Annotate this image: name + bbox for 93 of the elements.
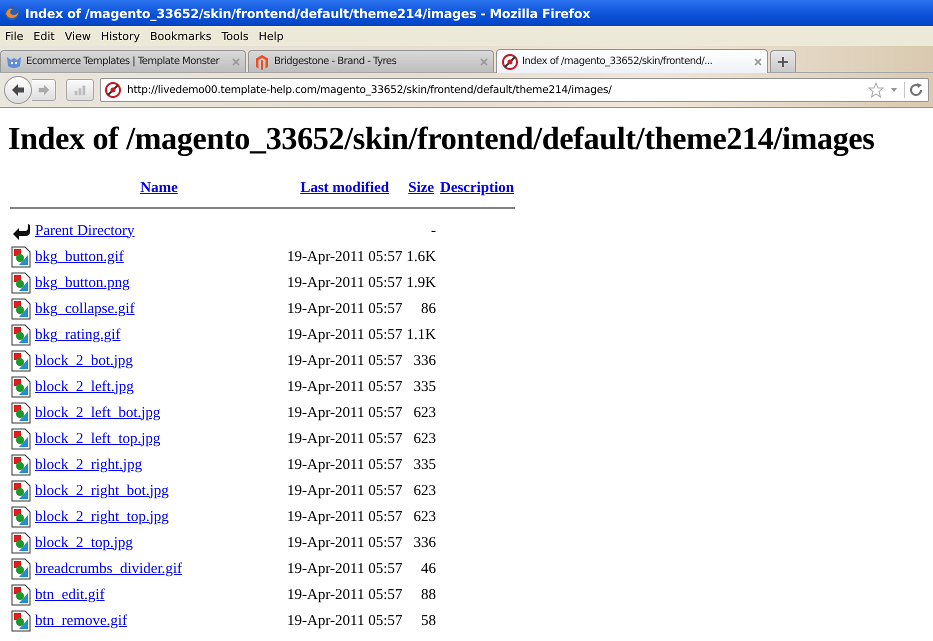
file-size: 88: [420, 586, 436, 602]
window-title: Index of /magento_33652/skin/frontend/default/theme214/images - Mozilla Firefox: [25, 6, 590, 20]
modified-date: 19-Apr-2011 05:57: [287, 586, 402, 602]
close-icon[interactable]: [232, 58, 240, 66]
back-button[interactable]: [4, 76, 32, 104]
file-link[interactable]: bkg_rating.gif: [35, 326, 120, 342]
column-header-link[interactable]: Name: [140, 180, 178, 196]
file-link[interactable]: block_2_bot.jpg: [35, 352, 133, 368]
bar-chart-button[interactable]: [66, 79, 94, 101]
file-link[interactable]: block_2_top.jpg: [35, 534, 133, 550]
file-link[interactable]: block_2_left_bot.jpg: [35, 404, 160, 420]
file-link[interactable]: block_2_right_top.jpg: [35, 508, 169, 524]
file-size: 623: [413, 482, 436, 498]
menu-item[interactable]: Edit: [28, 30, 60, 42]
modified-date: 19-Apr-2011 05:57: [287, 248, 402, 264]
modified-date: 19-Apr-2011 05:57: [287, 560, 402, 576]
file-link[interactable]: bkg_button.gif: [35, 248, 124, 264]
file-size: 46: [420, 560, 436, 576]
modified-date: 19-Apr-2011 05:57: [287, 456, 402, 472]
file-link[interactable]: btn_remove.gif: [35, 612, 128, 628]
dropdown-icon[interactable]: [890, 86, 898, 94]
file-size: 1.9K: [406, 274, 436, 290]
image-file-icon: [11, 298, 31, 320]
file-link[interactable]: btn_edit.gif: [35, 586, 105, 602]
file-size: 58: [420, 612, 436, 628]
modified-date: 19-Apr-2011 05:57: [287, 300, 402, 316]
page-heading: Index of /magento_33652/skin/frontend/default/theme214/images: [8, 120, 876, 157]
file-size: 336: [413, 352, 436, 368]
forward-icon: [36, 83, 50, 97]
column-header-link[interactable]: Description: [440, 180, 514, 196]
file-size: 335: [413, 378, 436, 394]
new-tab-button[interactable]: +: [770, 50, 796, 72]
star-icon[interactable]: [868, 82, 884, 98]
file-link[interactable]: Parent Directory: [35, 222, 135, 238]
file-link[interactable]: block_2_right_bot.jpg: [35, 482, 169, 498]
modified-date: 19-Apr-2011 05:57: [287, 482, 402, 498]
modified-date: 19-Apr-2011 05:57: [287, 326, 402, 342]
browser-tab[interactable]: Ecommerce Templates | Template Monster: [0, 50, 246, 72]
file-link[interactable]: bkg_collapse.gif: [35, 300, 135, 316]
logo-icon: [254, 54, 270, 70]
modified-date: 19-Apr-2011 05:57: [287, 378, 402, 394]
image-file-icon: [11, 558, 31, 580]
file-size: 336: [413, 534, 436, 550]
image-file-icon: [11, 246, 31, 268]
modified-date: 19-Apr-2011 05:57: [287, 612, 402, 628]
modified-date: 19-Apr-2011 05:57: [287, 534, 402, 550]
modified-date: 19-Apr-2011 05:57: [287, 274, 402, 290]
back-icon: [10, 82, 26, 98]
modified-date: 19-Apr-2011 05:57: [287, 352, 402, 368]
file-size: 1.1K: [406, 326, 436, 342]
bar-chart-icon: [73, 83, 87, 97]
menu-item[interactable]: File: [0, 30, 28, 42]
image-file-icon: [11, 480, 31, 502]
image-file-icon: [11, 532, 31, 554]
modified-date: 19-Apr-2011 05:57: [287, 404, 402, 420]
browser-tab[interactable]: Bridgestone - Brand - Tyres: [248, 50, 494, 72]
image-file-icon: [11, 454, 31, 476]
file-link[interactable]: bkg_button.png: [35, 274, 130, 290]
file-link[interactable]: block_2_right.jpg: [35, 456, 142, 472]
file-size: 623: [413, 430, 436, 446]
file-size: 335: [413, 456, 436, 472]
menu-item[interactable]: Tools: [216, 30, 254, 42]
menu-item[interactable]: History: [96, 30, 145, 42]
file-link[interactable]: breadcrumbs_divider.gif: [35, 560, 182, 576]
close-icon[interactable]: [480, 58, 488, 66]
modified-date: 19-Apr-2011 05:57: [287, 508, 402, 524]
image-file-icon: [11, 350, 31, 372]
column-header-link[interactable]: Size: [408, 180, 434, 196]
image-file-icon: [11, 402, 31, 424]
menu-item[interactable]: Help: [254, 30, 289, 42]
address-field[interactable]: http://livedemo00.template-help.com/magento_33652/skin/frontend/default/theme214/images/: [100, 78, 929, 102]
firefox-icon: [4, 5, 20, 21]
file-link[interactable]: block_2_left_top.jpg: [35, 430, 160, 446]
browser-tab[interactable]: Index of /magento_33652/skin/frontend/...: [496, 49, 768, 73]
file-link[interactable]: block_2_left.jpg: [35, 378, 134, 394]
modified-date: 19-Apr-2011 05:57: [287, 430, 402, 446]
file-size: -: [430, 222, 436, 238]
file-size: 623: [413, 508, 436, 524]
file-size: 86: [420, 300, 436, 316]
image-file-icon: [11, 610, 31, 632]
menu-item[interactable]: View: [60, 30, 96, 42]
image-file-icon: [11, 584, 31, 606]
image-file-icon: [11, 506, 31, 528]
image-file-icon: [11, 428, 31, 450]
reload-icon[interactable]: [904, 82, 924, 98]
image-file-icon: [11, 376, 31, 398]
column-header-link[interactable]: Last modified: [300, 180, 390, 196]
image-file-icon: [11, 272, 31, 294]
close-icon[interactable]: [754, 58, 762, 66]
menu-item[interactable]: Bookmarks: [144, 30, 216, 42]
image-file-icon: [11, 324, 31, 346]
file-size: 1.6K: [406, 248, 436, 264]
file-size: 623: [413, 404, 436, 420]
